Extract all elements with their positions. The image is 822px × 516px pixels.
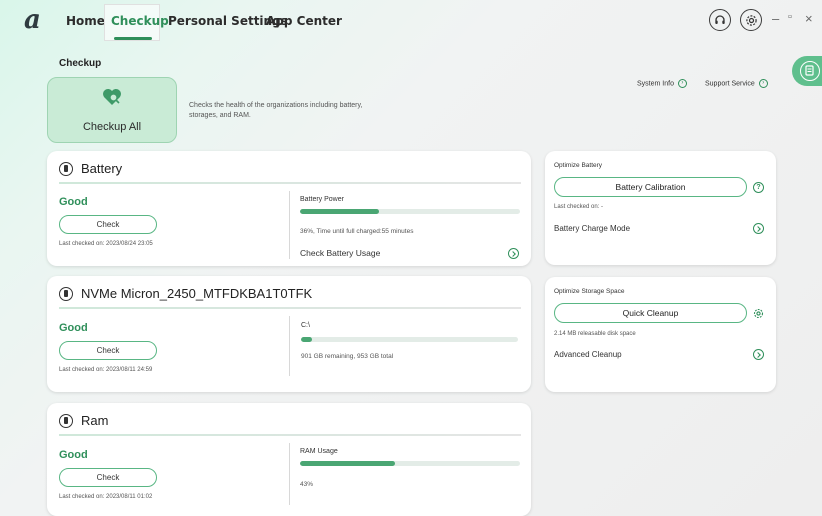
- support-service-link[interactable]: Support Service ›: [705, 79, 768, 88]
- tab-app-center[interactable]: App Center: [266, 14, 342, 28]
- system-info-label: System Info: [637, 80, 674, 88]
- ram-usage-fill: [300, 461, 395, 466]
- battery-last-checked: Last checked on: 2023/08/24 23:05: [59, 241, 153, 247]
- ram-usage-text: 43%: [300, 481, 314, 488]
- optimize-storage-title: Optimize Storage Space: [554, 288, 625, 295]
- system-info-link[interactable]: System Info ›: [637, 79, 687, 88]
- heart-check-icon: [101, 86, 123, 113]
- ram-icon: [59, 413, 73, 428]
- app-logo: a: [24, 5, 41, 35]
- divider: [59, 182, 521, 184]
- section-title: Checkup: [59, 58, 102, 69]
- battery-title: Battery: [81, 161, 123, 176]
- quick-cleanup-button[interactable]: Quick Cleanup: [554, 303, 747, 323]
- drive-usage-fill: [301, 337, 312, 342]
- vertical-divider: [289, 191, 290, 259]
- tab-home[interactable]: Home: [66, 14, 105, 28]
- drive-usage-bar: [301, 337, 518, 342]
- battery-power-text: 36%, Time until full charged:55 minutes: [300, 228, 414, 235]
- checkup-description: Checks the health of the organizations i…: [189, 102, 363, 119]
- battery-calibration-button[interactable]: Battery Calibration: [554, 177, 747, 197]
- battery-status: Good: [59, 196, 88, 208]
- ram-last-checked: Last checked on: 2023/08/11 01:02: [59, 494, 153, 500]
- top-bar: a Home Checkup Personal Settings App Cen…: [0, 0, 822, 42]
- storage-card: NVMe Micron_2450_MTFDKBA1T0TFK Good Chec…: [47, 276, 531, 392]
- battery-check-button[interactable]: Check: [59, 215, 157, 234]
- storage-check-button[interactable]: Check: [59, 341, 157, 360]
- ram-card: Ram Good Check Last checked on: 2023/08/…: [47, 403, 531, 516]
- vertical-divider: [289, 443, 290, 505]
- support-service-label: Support Service: [705, 80, 755, 88]
- tab-checkup[interactable]: Checkup: [111, 14, 169, 28]
- document-icon: [800, 61, 820, 81]
- optimize-battery-title: Optimize Battery: [554, 162, 603, 169]
- storage-title: NVMe Micron_2450_MTFDKBA1T0TFK: [81, 286, 313, 301]
- settings-gear-icon[interactable]: [753, 308, 764, 319]
- ram-usage-bar: [300, 461, 520, 466]
- optimize-battery-last-checked: Last checked on: -: [554, 204, 604, 210]
- battery-charge-mode-link[interactable]: Battery Charge Mode: [554, 224, 630, 233]
- battery-power-fill: [300, 209, 380, 214]
- close-button[interactable]: ×: [805, 11, 813, 26]
- advanced-cleanup-link[interactable]: Advanced Cleanup: [554, 350, 622, 359]
- checkup-all-button[interactable]: Checkup All: [47, 77, 177, 143]
- ram-check-button[interactable]: Check: [59, 468, 157, 487]
- battery-power-label: Battery Power: [300, 196, 344, 203]
- drive-label: C:\: [301, 322, 310, 329]
- chevron-right-icon: ›: [677, 79, 687, 88]
- side-panel-toggle[interactable]: [792, 56, 822, 86]
- ram-status: Good: [59, 449, 88, 461]
- releasable-space-note: 2.14 MB releasable disk space: [554, 331, 636, 337]
- chevron-right-icon[interactable]: [753, 223, 764, 234]
- ram-usage-label: RAM Usage: [300, 448, 338, 455]
- disk-icon: [59, 286, 73, 301]
- storage-last-checked: Last checked on: 2023/08/11 24:59: [59, 367, 153, 373]
- gear-icon[interactable]: [740, 9, 762, 31]
- arrow-go-icon[interactable]: [508, 248, 519, 259]
- optimize-battery-card: Optimize Battery Battery Calibration ? L…: [545, 151, 776, 265]
- ram-card-header: Ram: [59, 413, 108, 428]
- checkup-all-label: Checkup All: [82, 121, 142, 133]
- divider: [59, 434, 521, 436]
- tab-active-underline: [114, 37, 152, 40]
- help-icon[interactable]: ?: [753, 182, 764, 193]
- restore-button[interactable]: ▫: [788, 11, 792, 23]
- divider: [59, 307, 521, 309]
- chevron-right-icon[interactable]: [753, 349, 764, 360]
- battery-power-bar: [300, 209, 520, 214]
- optimize-storage-card: Optimize Storage Space Quick Cleanup 2.1…: [545, 277, 776, 392]
- minimize-button[interactable]: –: [772, 11, 779, 26]
- battery-icon: [59, 161, 73, 176]
- ram-title: Ram: [81, 413, 109, 428]
- battery-card: Battery Good Check Last checked on: 2023…: [47, 151, 531, 266]
- drive-usage-text: 901 GB remaining, 953 GB total: [301, 353, 394, 360]
- vertical-divider: [289, 316, 290, 376]
- battery-card-header: Battery: [59, 161, 122, 176]
- headset-icon[interactable]: [709, 9, 731, 31]
- check-battery-usage-link[interactable]: Check Battery Usage: [300, 248, 380, 258]
- chevron-right-icon: ›: [758, 79, 768, 88]
- storage-status: Good: [59, 322, 88, 334]
- storage-card-header: NVMe Micron_2450_MTFDKBA1T0TFK: [59, 286, 312, 301]
